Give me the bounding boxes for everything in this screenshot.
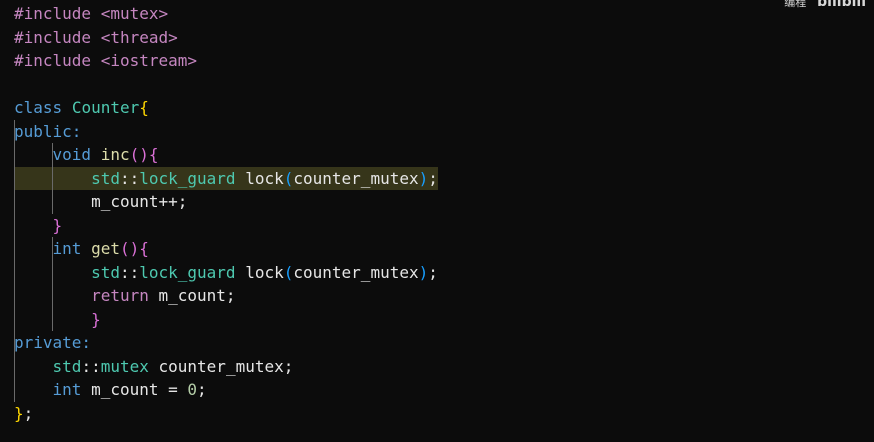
code-line[interactable]: std::mutex counter_mutex; bbox=[0, 355, 874, 379]
code-token: 0 bbox=[187, 380, 198, 399]
code-line[interactable]: } bbox=[0, 308, 874, 332]
watermark-text: 编程 bbox=[784, 0, 807, 9]
code-token: m_count = bbox=[81, 380, 188, 399]
code-token: void bbox=[52, 145, 92, 164]
code-token: counter_mutex bbox=[293, 262, 419, 282]
watermark: 编程 bilibili bbox=[784, 0, 866, 10]
code-token: } bbox=[14, 403, 24, 423]
code-token: ; bbox=[197, 380, 207, 399]
code-token: int bbox=[52, 239, 82, 258]
code-token: lock_guard bbox=[139, 168, 236, 188]
code-token: :: bbox=[119, 262, 140, 282]
code-token: () bbox=[129, 145, 149, 164]
code-token: int bbox=[52, 380, 82, 399]
code-line-text: } bbox=[14, 308, 101, 332]
code-line[interactable]: void inc(){ bbox=[0, 143, 874, 167]
code-token: std bbox=[52, 356, 82, 376]
bilibili-logo-icon: bilibili bbox=[817, 0, 866, 10]
code-line-text: std::lock_guard lock(counter_mutex); bbox=[14, 166, 438, 190]
code-line[interactable]: }; bbox=[0, 402, 874, 426]
code-token: get bbox=[91, 239, 120, 258]
code-token: m_count++; bbox=[14, 192, 188, 211]
code-line-text: }; bbox=[14, 402, 33, 426]
code-line[interactable]: } bbox=[0, 214, 874, 238]
code-line[interactable]: int m_count = 0; bbox=[0, 378, 874, 402]
code-token: lock bbox=[235, 168, 284, 188]
indent-guide bbox=[14, 331, 15, 402]
indent-guide bbox=[14, 119, 15, 331]
code-line-text: #include <thread> bbox=[14, 26, 178, 50]
code-token: () bbox=[119, 239, 140, 258]
code-token: #include <thread> bbox=[14, 27, 178, 47]
code-token: #include <mutex> bbox=[14, 4, 169, 23]
code-line-text: private: bbox=[14, 331, 91, 355]
code-line-text: m_count++; bbox=[14, 190, 187, 214]
code-line-text: void inc(){ bbox=[14, 143, 159, 167]
code-line-text: class Counter{ bbox=[14, 96, 149, 120]
code-token: m_count; bbox=[148, 286, 236, 305]
code-token: lock_guard bbox=[139, 262, 236, 282]
code-line-text: } bbox=[14, 214, 63, 238]
code-token: inc bbox=[100, 145, 130, 164]
code-token: Counter bbox=[71, 98, 140, 117]
code-line-text: std::mutex counter_mutex; bbox=[14, 355, 294, 379]
code-line[interactable]: private: bbox=[0, 331, 874, 355]
code-token: counter_mutex bbox=[293, 168, 419, 188]
code-line-text: public: bbox=[14, 120, 81, 144]
indent-guide bbox=[52, 237, 54, 331]
code-line[interactable]: #include <thread> bbox=[0, 26, 874, 50]
code-token: } bbox=[91, 309, 101, 329]
code-token: ) bbox=[418, 262, 429, 282]
code-line-text: std::lock_guard lock(counter_mutex); bbox=[14, 261, 438, 285]
code-line[interactable]: class Counter{ bbox=[0, 96, 874, 120]
code-line[interactable]: m_count++; bbox=[0, 190, 874, 214]
code-line-text: return m_count; bbox=[14, 284, 236, 308]
code-token: { bbox=[139, 98, 149, 117]
code-token: ( bbox=[283, 168, 294, 188]
code-line-text: int m_count = 0; bbox=[14, 378, 207, 402]
code-token: mutex bbox=[100, 356, 149, 376]
code-token: ; bbox=[428, 168, 438, 188]
code-line[interactable]: std::lock_guard lock(counter_mutex); bbox=[0, 261, 874, 285]
code-token: public: bbox=[14, 121, 82, 141]
code-line[interactable]: #include <iostream> bbox=[0, 49, 874, 73]
code-editor[interactable]: #include <mutex> #include <thread> #includ… bbox=[0, 0, 874, 442]
code-token: counter_mutex; bbox=[148, 356, 294, 376]
code-token: private: bbox=[14, 333, 92, 352]
code-line[interactable]: std::lock_guard lock(counter_mutex); bbox=[0, 166, 874, 190]
code-token: class bbox=[14, 98, 63, 117]
code-line-text: #include <mutex> bbox=[14, 2, 168, 26]
indent-guide bbox=[52, 143, 54, 214]
code-token: lock bbox=[235, 262, 284, 282]
code-token: std bbox=[91, 168, 120, 188]
code-token: return bbox=[91, 286, 149, 305]
code-token: } bbox=[52, 215, 63, 235]
code-token: :: bbox=[81, 356, 101, 376]
code-token: { bbox=[148, 145, 159, 164]
code-token: ) bbox=[418, 168, 429, 188]
code-line[interactable] bbox=[0, 73, 874, 97]
code-line[interactable]: #include <mutex> bbox=[0, 2, 874, 26]
code-line[interactable]: int get(){ bbox=[0, 237, 874, 261]
code-line[interactable]: public: bbox=[0, 120, 874, 144]
code-line-text: int get(){ bbox=[14, 237, 149, 261]
code-token: ; bbox=[23, 403, 34, 423]
code-token: #include <iostream> bbox=[14, 51, 198, 70]
code-line[interactable]: return m_count; bbox=[0, 284, 874, 308]
code-token: :: bbox=[119, 168, 140, 188]
code-token: ( bbox=[283, 262, 294, 282]
code-token: std bbox=[91, 262, 120, 282]
code-line-text: #include <iostream> bbox=[14, 49, 197, 73]
code-token: ; bbox=[428, 262, 438, 282]
code-token: { bbox=[139, 239, 149, 258]
